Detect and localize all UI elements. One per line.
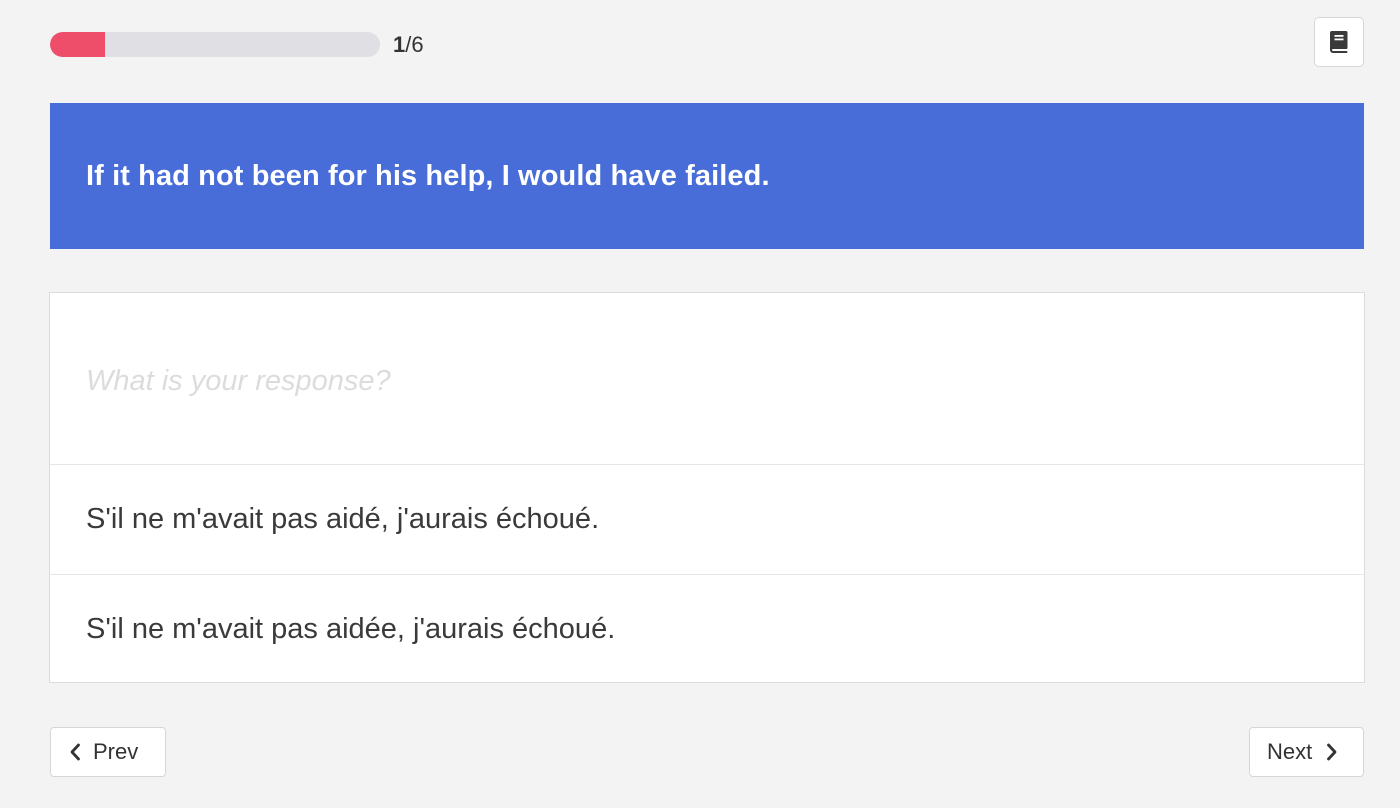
answer-option-1[interactable]: S'il ne m'avait pas aidé, j'aurais échou…	[50, 465, 1364, 574]
response-input[interactable]	[86, 365, 1286, 398]
answer-option-2[interactable]: S'il ne m'avait pas aidée, j'aurais écho…	[50, 574, 1364, 683]
prev-button[interactable]: Prev	[50, 727, 166, 777]
response-area[interactable]	[50, 293, 1364, 465]
prompt-text: If it had not been for his help, I would…	[86, 159, 770, 192]
progress-bar-fill	[50, 32, 105, 57]
answer-card: S'il ne m'avait pas aidé, j'aurais échou…	[49, 292, 1365, 683]
top-bar: 1/6	[50, 17, 1364, 68]
book-button[interactable]	[1314, 17, 1364, 67]
answer-option-text: S'il ne m'avait pas aidée, j'aurais écho…	[86, 612, 616, 645]
progress-total: /6	[405, 32, 424, 57]
prev-button-label: Prev	[93, 739, 139, 764]
book-icon	[1329, 30, 1349, 54]
chevron-left-icon	[69, 743, 81, 761]
next-button-label: Next	[1267, 739, 1313, 764]
answer-option-text: S'il ne m'avait pas aidé, j'aurais échou…	[86, 503, 600, 535]
prompt-card: If it had not been for his help, I would…	[50, 103, 1364, 249]
progress-current: 1	[393, 32, 406, 57]
chevron-right-icon	[1326, 743, 1338, 761]
progress-bar	[50, 32, 380, 57]
progress-counter: 1/6	[393, 31, 424, 59]
next-button[interactable]: Next	[1249, 727, 1364, 777]
